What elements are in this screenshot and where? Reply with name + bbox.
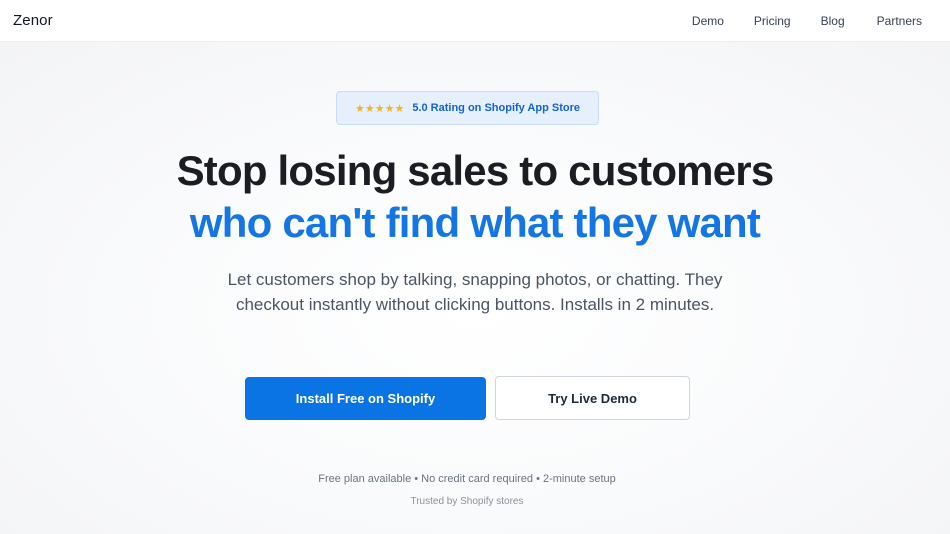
nav-link-demo[interactable]: Demo — [692, 14, 724, 28]
install-free-button[interactable]: Install Free on Shopify — [245, 377, 486, 420]
hero-headline: Stop losing sales to customers who can't… — [0, 145, 950, 249]
fine-print: Free plan available • No credit card req… — [318, 473, 616, 485]
headline-line-1: Stop losing sales to customers — [176, 147, 775, 194]
top-navbar: Zenor Demo Pricing Blog Partners — [0, 0, 950, 42]
star-rating-icon: ★★★★★ — [355, 102, 405, 115]
headline-line-2: who can't find what they want — [189, 199, 761, 246]
trusted-by-text: Trusted by Shopify stores — [410, 496, 524, 507]
nav-links: Demo Pricing Blog Partners — [692, 14, 938, 28]
hero-subtext: Let customers shop by talking, snapping … — [227, 270, 723, 314]
hero-section: ★★★★★ 5.0 Rating on Shopify App Store St… — [0, 42, 950, 534]
nav-link-partners[interactable]: Partners — [877, 14, 922, 28]
nav-link-blog[interactable]: Blog — [821, 14, 845, 28]
nav-link-pricing[interactable]: Pricing — [754, 14, 791, 28]
brand-logo[interactable]: Zenor — [13, 12, 53, 29]
rating-text: 5.0 Rating on Shopify App Store — [412, 102, 580, 114]
try-live-demo-button[interactable]: Try Live Demo — [495, 376, 690, 420]
rating-badge: ★★★★★ 5.0 Rating on Shopify App Store — [336, 91, 599, 125]
